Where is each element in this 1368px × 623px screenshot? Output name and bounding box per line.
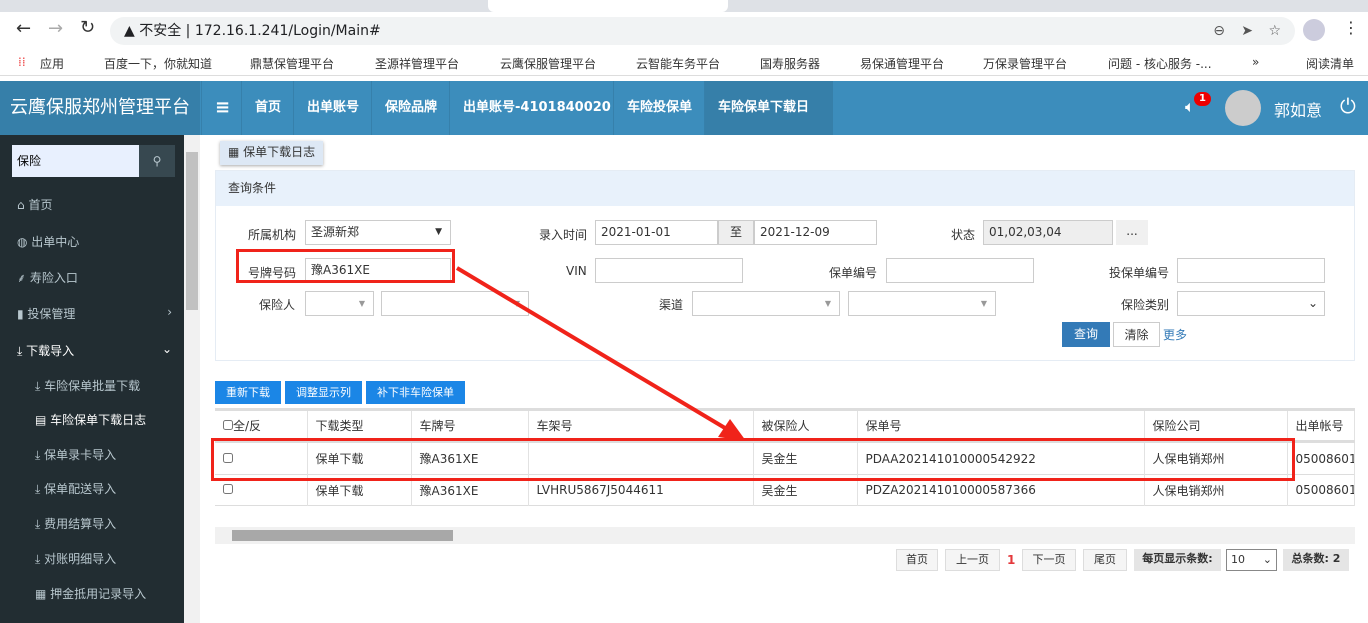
annotation-arrow [455,266,746,441]
